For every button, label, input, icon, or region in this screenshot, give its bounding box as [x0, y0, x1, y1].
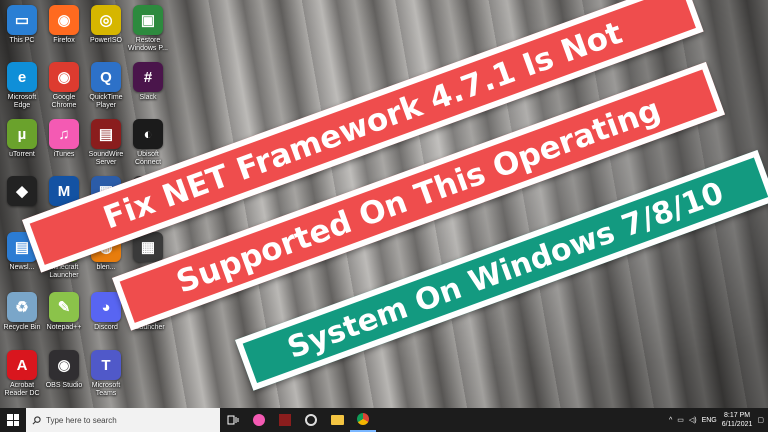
taskbar-chrome-button[interactable] [350, 408, 376, 432]
taskbar-itunes-button[interactable] [246, 408, 272, 432]
title-banners: Fix NET Framework 4.7.1 Is Not Supported… [0, 0, 768, 408]
system-tray: ^ ▭ ◁) ENG 8:17 PM 6/11/2021 ▢ [669, 411, 768, 429]
taskbar-obs-button[interactable] [298, 408, 324, 432]
taskbar-clock[interactable]: 8:17 PM 6/11/2021 [722, 411, 753, 429]
taskbar-file-explorer-button[interactable] [324, 408, 350, 432]
chevron-up-icon[interactable]: ^ [669, 417, 672, 424]
soundwire-icon [279, 414, 291, 426]
search-icon [32, 415, 41, 424]
volume-icon[interactable]: ◁) [689, 416, 697, 424]
search-placeholder: Type here to search [46, 415, 117, 425]
start-button[interactable] [0, 408, 26, 432]
task-view-button[interactable] [220, 408, 246, 432]
task-view-icon [227, 415, 239, 425]
folder-icon [330, 415, 344, 425]
taskbar: Type here to search ^ ▭ ◁) ENG 8:17 PM 6… [0, 408, 768, 432]
chrome-icon [357, 413, 369, 425]
windows-logo-icon [7, 414, 19, 426]
obs-icon [305, 414, 317, 426]
clock-date: 6/11/2021 [721, 421, 753, 428]
language-indicator[interactable]: ENG [702, 417, 717, 424]
network-icon[interactable]: ▭ [677, 416, 684, 424]
itunes-icon [253, 414, 265, 426]
taskbar-soundwire-button[interactable] [272, 408, 298, 432]
clock-time: 8:17 PM [724, 412, 751, 419]
notification-icon[interactable]: ▢ [757, 416, 764, 424]
taskbar-search-box[interactable]: Type here to search [26, 408, 220, 432]
